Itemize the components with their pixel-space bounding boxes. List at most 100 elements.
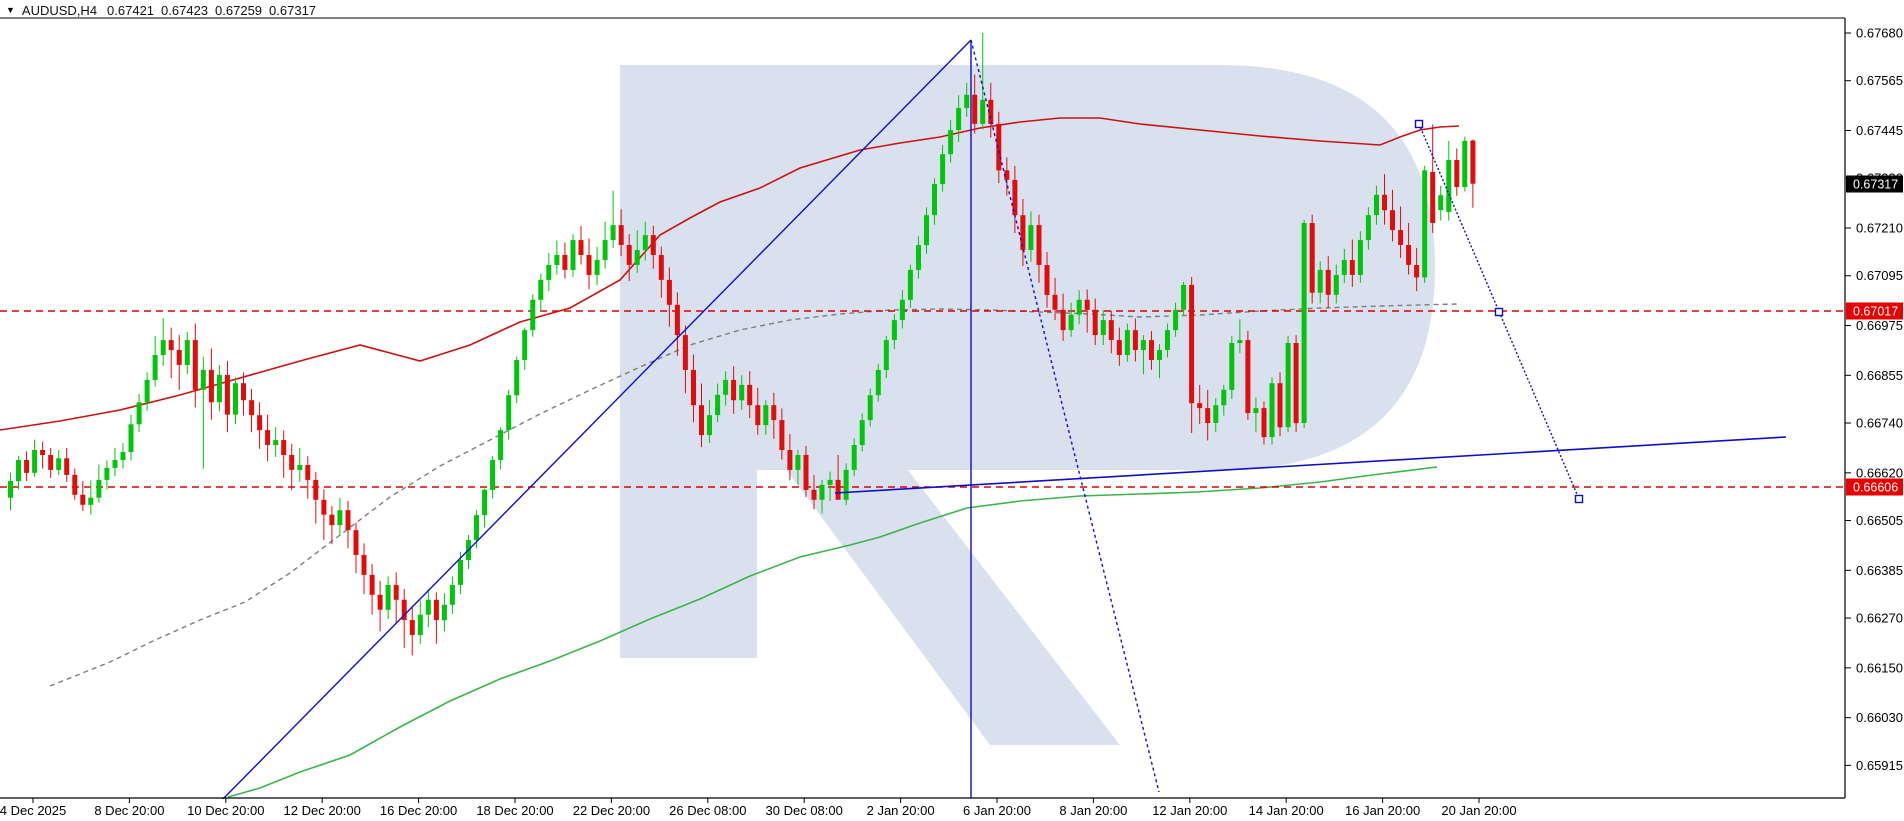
bear-candle xyxy=(346,510,351,530)
bull-candle xyxy=(56,458,61,470)
bear-candle xyxy=(321,500,326,515)
bull-candle xyxy=(611,225,616,240)
x-axis-label: 22 Dec 20:00 xyxy=(573,803,650,818)
bear-candle xyxy=(80,495,85,505)
price-chart[interactable]: 0.676800.675650.674450.673300.672100.670… xyxy=(0,0,1904,821)
bull-candle xyxy=(595,260,600,275)
bull-candle xyxy=(723,380,728,395)
bull-candle xyxy=(32,450,37,473)
bear-candle xyxy=(1085,300,1090,310)
bear-candle xyxy=(1390,210,1395,230)
bear-candle xyxy=(1149,340,1154,360)
bear-candle xyxy=(1133,330,1138,350)
bull-candle xyxy=(900,300,905,320)
bear-candle xyxy=(241,383,246,400)
bull-candle xyxy=(1213,405,1218,423)
bear-candle xyxy=(1262,408,1267,437)
y-axis-label: 0.66855 xyxy=(1856,368,1903,383)
bull-candle xyxy=(1229,343,1234,390)
bull-candle xyxy=(1077,300,1082,315)
bull-candle xyxy=(1358,240,1363,275)
bear-candle xyxy=(771,405,776,420)
bear-candle xyxy=(667,280,672,305)
bull-candle xyxy=(820,485,825,500)
bear-candle xyxy=(1117,340,1122,355)
bull-candle xyxy=(1181,285,1186,310)
bear-candle xyxy=(731,380,736,400)
bull-candle xyxy=(96,480,101,498)
bull-candle xyxy=(1069,315,1074,330)
x-axis-label: 16 Dec 20:00 xyxy=(380,803,457,818)
trendline-anchor-marker[interactable] xyxy=(1576,496,1583,503)
bull-candle xyxy=(1253,408,1258,413)
y-axis-label: 0.66620 xyxy=(1856,465,1903,480)
bear-candle xyxy=(587,255,592,275)
bear-candle xyxy=(1045,265,1050,295)
bull-candle xyxy=(113,460,118,468)
x-axis-label: 18 Dec 20:00 xyxy=(476,803,553,818)
bear-candle xyxy=(410,620,415,635)
bull-candle xyxy=(1028,225,1033,250)
ohlc-high: 0.67423 xyxy=(161,3,208,18)
bull-candle xyxy=(795,455,800,470)
bear-candle xyxy=(370,575,375,595)
bull-candle xyxy=(1173,310,1178,330)
bear-candle xyxy=(1430,172,1435,223)
bull-candle xyxy=(1125,330,1130,355)
bull-candle xyxy=(217,375,222,402)
bull-candle xyxy=(844,470,849,500)
bear-candle xyxy=(72,475,77,495)
bull-candle xyxy=(635,250,640,265)
bull-candle xyxy=(546,265,551,280)
bull-candle xyxy=(514,360,519,395)
x-axis-label: 20 Jan 20:00 xyxy=(1441,803,1516,818)
bull-candle xyxy=(707,415,712,435)
bull-candle xyxy=(1462,141,1467,187)
bull-candle xyxy=(1342,260,1347,275)
bull-candle xyxy=(940,154,945,184)
bull-candle xyxy=(1438,195,1443,210)
broker-watermark-letter-R xyxy=(620,65,1435,745)
bull-candle xyxy=(482,490,487,515)
bull-candle xyxy=(643,235,648,250)
bull-candle xyxy=(876,370,881,395)
bull-candle xyxy=(948,130,953,154)
y-axis-label: 0.66270 xyxy=(1856,611,1903,626)
trendline-anchor-marker[interactable] xyxy=(1416,121,1423,128)
bear-candle xyxy=(1414,265,1419,277)
chart-dropdown-icon[interactable]: ▼ xyxy=(6,5,15,15)
chart-title-bar: ▼ AUDUSD,H4 0.67421 0.67423 0.67259 0.67… xyxy=(6,2,323,18)
bear-candle xyxy=(1197,403,1202,408)
bear-candle xyxy=(972,95,977,124)
bull-candle xyxy=(1270,383,1275,437)
bear-candle xyxy=(699,405,704,435)
bull-candle xyxy=(603,240,608,260)
x-axis-label: 12 Jan 20:00 xyxy=(1152,803,1227,818)
x-axis-label: 8 Dec 20:00 xyxy=(94,803,164,818)
bear-candle xyxy=(747,385,752,405)
bull-candle xyxy=(145,380,150,402)
bear-candle xyxy=(619,225,624,245)
bull-candle xyxy=(868,395,873,420)
bull-candle xyxy=(932,184,937,215)
trendline-anchor-marker[interactable] xyxy=(1496,309,1503,316)
bull-candle xyxy=(490,460,495,490)
ohlc-open: 0.67421 xyxy=(107,3,154,18)
y-axis-label: 0.65915 xyxy=(1856,758,1903,773)
bull-candle xyxy=(1286,343,1291,427)
bear-candle xyxy=(1278,383,1283,427)
bull-candle xyxy=(980,100,985,124)
bull-candle xyxy=(924,215,929,245)
bear-candle xyxy=(1470,141,1475,184)
bull-candle xyxy=(273,440,278,445)
bull-candle xyxy=(538,280,543,300)
bear-candle xyxy=(836,480,841,500)
bear-candle xyxy=(281,440,286,455)
y-axis-label: 0.66740 xyxy=(1856,416,1903,431)
x-axis-label: 26 Dec 08:00 xyxy=(669,803,746,818)
bear-candle xyxy=(691,370,696,405)
x-axis-label: 16 Jan 20:00 xyxy=(1345,803,1420,818)
x-axis-label: 10 Dec 20:00 xyxy=(187,803,264,818)
y-axis-label: 0.67445 xyxy=(1856,123,1903,138)
bear-candle xyxy=(177,350,182,365)
